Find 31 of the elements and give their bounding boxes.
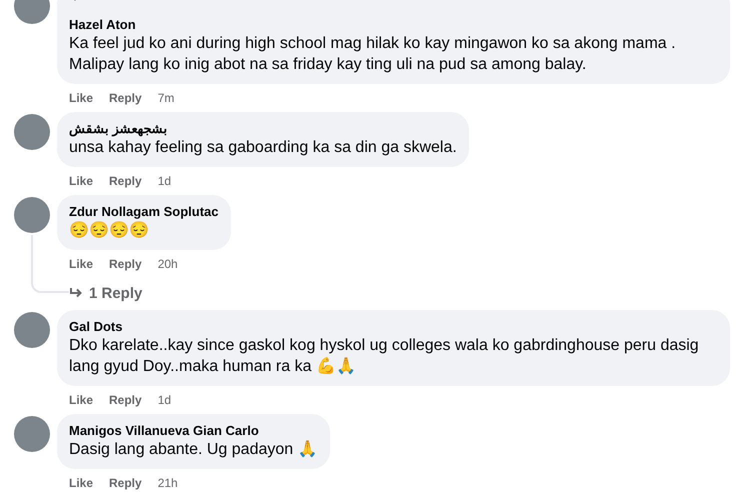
author-name[interactable]: Manigos Villanueva Gian Carlo [69,422,318,439]
comment-text: Dasig lang abante. Ug padayon 🙏 [69,439,318,460]
like-link[interactable]: Like [69,475,94,493]
reply-link[interactable]: Reply [109,256,142,274]
author-name[interactable]: Gal Dots [69,318,718,335]
reply-link[interactable]: Reply [109,173,142,191]
reply-arrow-icon [69,287,83,299]
like-link[interactable]: Like [69,256,94,274]
avatar[interactable] [14,197,50,233]
like-link[interactable]: Like [69,392,94,410]
timestamp[interactable]: 1d [158,173,172,191]
reply-link[interactable]: Reply [109,475,142,493]
timestamp[interactable]: 20h [158,256,178,274]
avatar[interactable] [14,312,50,348]
view-replies-link[interactable]: 1 Reply [14,274,750,304]
timestamp[interactable]: 21h [158,475,178,493]
like-link[interactable]: Like [69,90,94,108]
avatar[interactable] [14,416,50,452]
comment-text: unsa kahay feeling sa gaboarding ka sa din ga skwela. [69,138,457,158]
comment-text: 😔😔😔😔 [69,220,150,241]
avatar[interactable] [14,114,50,150]
author-name[interactable]: Hazel Aton [69,16,718,33]
reply-link[interactable]: Reply [109,392,142,410]
comment-text: Dko karelate..kay since gaskol kog hyskol ug colleges wala ko gabrdinghouse peru dasig lang gyud Doy..maka human ra ka 💪🙏 [69,336,700,377]
like-link[interactable]: Like [69,173,94,191]
timestamp[interactable]: 1d [158,392,172,410]
timestamp[interactable]: 7m [158,90,174,108]
author-name[interactable]: Zdur Nollagam Soplutac [69,203,219,220]
reply-link[interactable]: Reply [109,90,142,108]
comment-text: Ka feel jud ko ani during high school mag hilak ko kay mingawon ko sa akong mama . Malipay lang ko inig abot na sa friday kay ting uli na pud sa among balay. [69,34,677,75]
author-name[interactable]: بشجهعشز بشقش [69,120,457,137]
